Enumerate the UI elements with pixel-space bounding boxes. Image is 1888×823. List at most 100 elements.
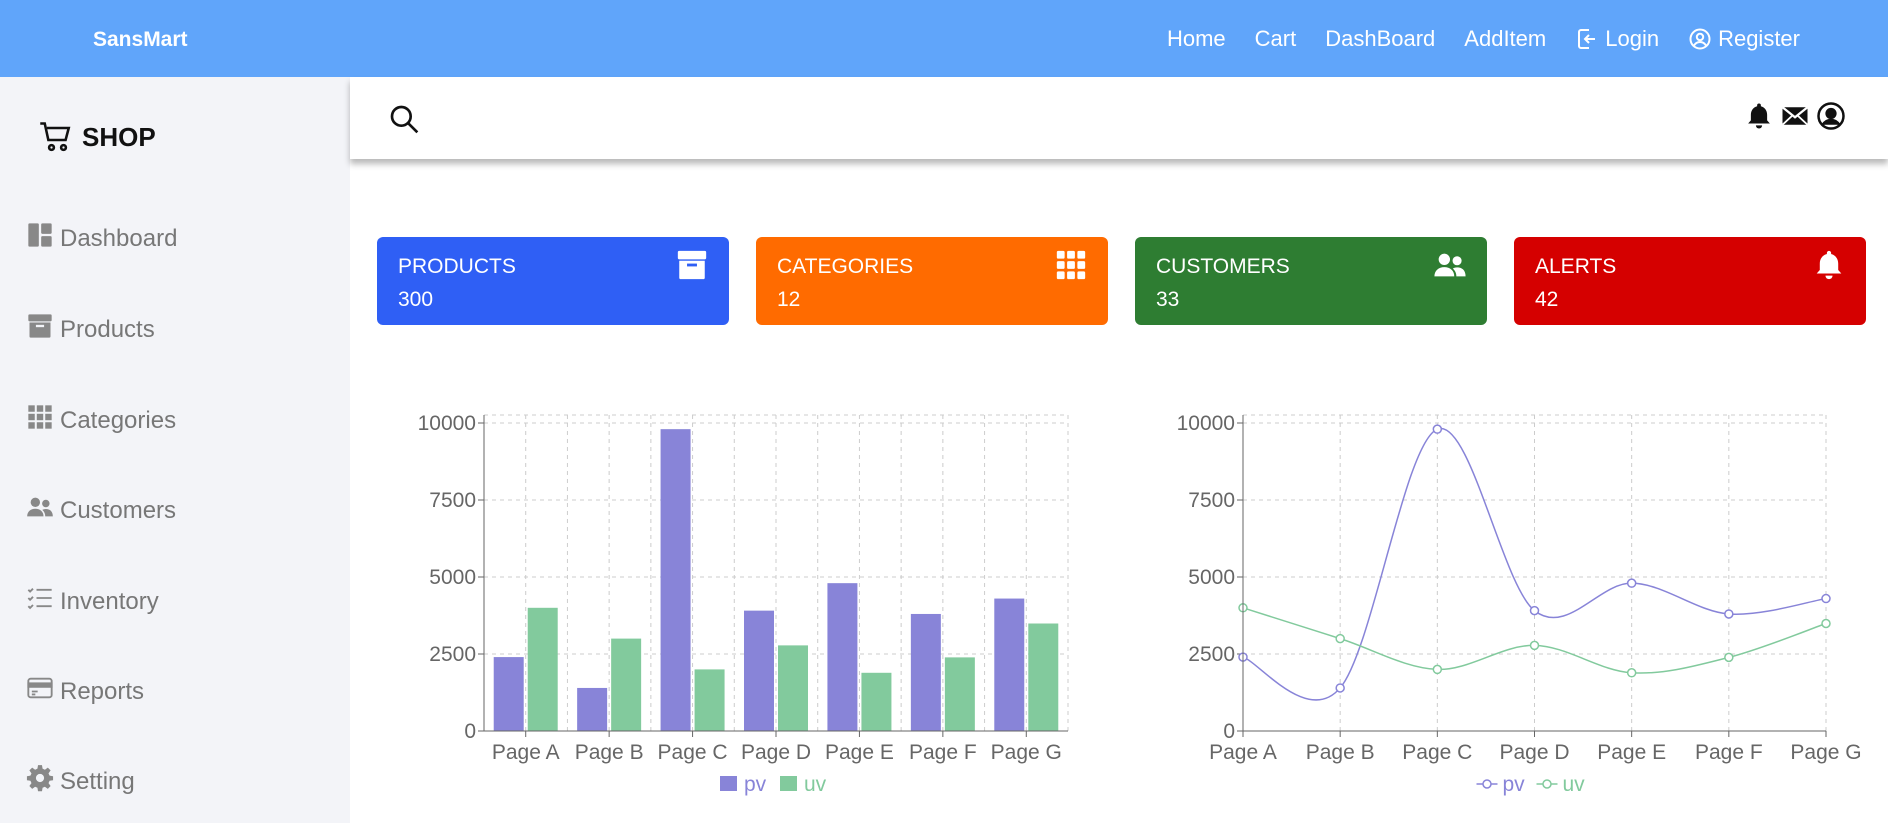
- sidebar-item-label: Categories: [60, 407, 177, 434]
- y-tick-label: 7500: [429, 489, 476, 512]
- data-point: [1335, 633, 1345, 644]
- sidebar-item-label: Reports: [60, 678, 145, 705]
- sidebar-item-customers[interactable]: Customers: [26, 497, 176, 525]
- sidebar-item-label: Dashboard: [60, 225, 178, 252]
- y-tick-label: 2500: [1188, 643, 1235, 666]
- header-actions: [1744, 101, 1846, 131]
- nav-register-label: Register: [1718, 25, 1800, 51]
- login-icon: [1578, 28, 1596, 49]
- y-tick-label: 0: [464, 720, 476, 743]
- people-icon: [1434, 253, 1466, 277]
- search-icon[interactable]: [388, 103, 420, 135]
- series-line: [1242, 428, 1827, 701]
- legend-label: uv: [804, 773, 827, 796]
- bar: [611, 638, 642, 731]
- data-point: [1626, 668, 1637, 678]
- x-tick-label: Page B: [575, 741, 644, 764]
- bar: [694, 669, 725, 731]
- nav-login[interactable]: Login: [1575, 26, 1659, 52]
- y-tick-label: 0: [1223, 720, 1235, 743]
- data-point: [1821, 618, 1831, 629]
- bar-chart-svg: 0 2500 5000 7500 10000 Page A Page B Page C Page…: [418, 412, 1069, 796]
- data-point: [1335, 683, 1345, 693]
- sidebar-item-products[interactable]: Products: [26, 314, 155, 344]
- mail-icon[interactable]: [1780, 101, 1810, 131]
- bar: [527, 607, 558, 731]
- sidebar-item-dashboard[interactable]: Dashboard: [26, 223, 178, 253]
- sidebar-item-label: Setting: [60, 768, 135, 795]
- line-chart-svg: 0 2500 5000 7500 10000 Page A Page B Page C Page…: [1177, 412, 1862, 796]
- bar: [994, 598, 1025, 731]
- sidebar-item-categories[interactable]: Categories: [26, 405, 177, 435]
- grid-icon: [28, 405, 52, 429]
- bar: [778, 645, 808, 731]
- data-point: [1724, 652, 1734, 663]
- card-title: CUSTOMERS: [1156, 255, 1290, 278]
- card-value: 33: [1156, 288, 1180, 311]
- card-customers[interactable]: CUSTOMERS 33: [1135, 237, 1487, 325]
- sidebar-item-reports[interactable]: Reports: [26, 677, 145, 706]
- grid-icon: [1056, 250, 1086, 280]
- card-alerts[interactable]: ALERTS 42: [1514, 237, 1866, 325]
- people-icon: [27, 497, 53, 517]
- nav-additem[interactable]: AddItem: [1464, 26, 1546, 52]
- nav-dashboard[interactable]: DashBoard: [1325, 26, 1435, 52]
- legend-label: pv: [744, 773, 767, 796]
- bar: [660, 429, 691, 731]
- bell-icon[interactable]: [1744, 101, 1774, 131]
- credit-card-icon: [27, 677, 53, 699]
- content-header: [350, 77, 1888, 159]
- sidebar-item-setting[interactable]: Setting: [26, 765, 135, 796]
- legend: pv uv: [1476, 773, 1585, 796]
- y-tick-label: 5000: [429, 566, 476, 589]
- top-navbar: SansMart Home Cart DashBoard AddItem Log…: [0, 0, 1888, 77]
- brand-logo[interactable]: SansMart: [93, 28, 188, 52]
- user-circle-icon[interactable]: [1816, 101, 1846, 131]
- x-tick-label: Page A: [1209, 741, 1277, 764]
- sidebar-item-label: Inventory: [60, 588, 159, 615]
- card-title: CATEGORIES: [777, 255, 914, 278]
- x-tick-label: Page D: [741, 741, 811, 764]
- bar-chart: 0 2500 5000 7500 10000 Page A Page B Page C Page…: [400, 400, 1120, 820]
- card-products[interactable]: PRODUCTS 300: [377, 237, 729, 325]
- list-icon: [27, 588, 52, 610]
- x-tick-label: Page G: [991, 741, 1062, 764]
- x-tick-label: Page F: [1695, 741, 1763, 764]
- card-value: 12: [777, 288, 801, 311]
- bar: [577, 687, 608, 731]
- dashboard-icon: [28, 223, 52, 247]
- x-tick-label: Page B: [1306, 741, 1375, 764]
- card-categories[interactable]: CATEGORIES 12: [756, 237, 1108, 325]
- x-tick-label: Page D: [1499, 741, 1569, 764]
- legend-swatch: [780, 776, 797, 791]
- legend-swatch: [720, 776, 737, 791]
- nav-cart[interactable]: Cart: [1255, 26, 1297, 52]
- nav-home[interactable]: Home: [1167, 26, 1226, 52]
- x-tick-label: Page C: [658, 741, 728, 764]
- data-point: [1626, 578, 1637, 588]
- archive-icon: [28, 314, 52, 338]
- card-value: 42: [1535, 288, 1559, 311]
- sidebar-shop-header[interactable]: SHOP: [38, 119, 156, 155]
- nav-register[interactable]: Register: [1688, 26, 1800, 52]
- data-point: [1432, 664, 1443, 675]
- line-chart: 0 2500 5000 7500 10000 Page A Page B Page C Page…: [1158, 400, 1878, 820]
- sidebar-item-inventory[interactable]: Inventory: [26, 588, 159, 616]
- bar: [744, 610, 774, 731]
- y-tick-label: 5000: [1188, 566, 1235, 589]
- x-tick-label: Page A: [492, 741, 560, 764]
- x-tick-label: Page E: [1597, 741, 1666, 764]
- legend-label: pv: [1503, 773, 1526, 796]
- y-tick-label: 10000: [1177, 412, 1235, 435]
- bar: [910, 613, 941, 731]
- bell-icon: [1816, 250, 1842, 280]
- card-title: PRODUCTS: [398, 255, 516, 278]
- y-tick-label: 2500: [429, 643, 476, 666]
- y-tick-label: 7500: [1188, 489, 1235, 512]
- gear-icon: [26, 765, 54, 792]
- data-point: [1529, 640, 1540, 651]
- data-point: [1529, 605, 1540, 616]
- x-tick-label: Page E: [825, 741, 894, 764]
- bar: [827, 583, 858, 731]
- legend-marker: [1482, 779, 1492, 789]
